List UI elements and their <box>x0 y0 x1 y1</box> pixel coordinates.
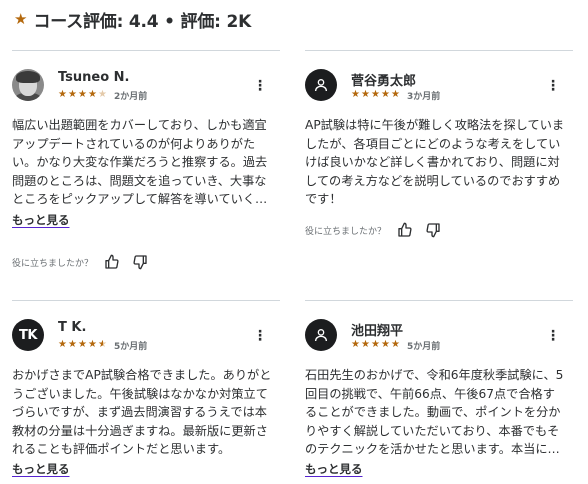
thumbs-down-icon[interactable] <box>424 221 442 239</box>
show-more-link[interactable]: もっと見る <box>305 461 363 477</box>
star-icon: ★ <box>391 339 400 350</box>
star-icon: ★ <box>371 89 380 100</box>
helpful-question: 役に立ちましたか？ <box>12 258 94 269</box>
more-options-icon[interactable]: ⋮ <box>546 78 560 94</box>
review-card-3: TK T K. ★ ★ ★ ★ ★ 5か月前 ⋮ おかげさまでAP試験合格できま… <box>12 300 280 484</box>
reviewer-name: Tsuneo N. <box>58 70 130 85</box>
star-icon: ★ <box>58 339 67 350</box>
star-rating: ★ ★ ★ ★ ★ <box>58 90 108 100</box>
course-rating-header: ★ コース評価: 4.4 • 評価: 2K <box>14 8 252 32</box>
divider <box>12 50 280 51</box>
thumbs-up-icon[interactable] <box>396 221 414 239</box>
reviewer-name: 菅谷勇太郎 <box>351 74 417 89</box>
star-half-icon: ★ <box>98 339 107 350</box>
star-icon: ★ <box>351 89 360 100</box>
star-icon: ★ <box>78 89 87 100</box>
star-icon: ★ <box>68 89 77 100</box>
thumbs-up-icon[interactable] <box>103 253 121 271</box>
star-icon: ★ <box>14 10 28 28</box>
avatar <box>12 69 44 101</box>
avatar <box>305 69 337 101</box>
review-text: AP試験は特に午後が難しく攻略法を探していましたが、各項目ごとにどのような考えを… <box>305 118 565 207</box>
review-date: 5か月前 <box>114 341 148 352</box>
star-icon: ★ <box>361 339 370 350</box>
helpful-question: 役に立ちましたか？ <box>305 226 387 237</box>
review-text: 石田先生のおかげで、令和6年度秋季試験に、5回目の挑戦で、午前66点、午後67点… <box>305 368 564 457</box>
person-icon <box>315 329 327 342</box>
helpful-row: 役に立ちましたか？ <box>305 221 452 239</box>
person-icon <box>315 79 327 92</box>
avatar: TK <box>12 319 44 351</box>
more-options-icon[interactable]: ⋮ <box>253 78 267 94</box>
divider <box>305 50 573 51</box>
star-icon: ★ <box>68 339 77 350</box>
divider <box>12 300 280 301</box>
review-date: 2か月前 <box>114 91 148 102</box>
avatar <box>305 319 337 351</box>
star-icon: ★ <box>371 339 380 350</box>
star-icon: ★ <box>381 89 390 100</box>
thumbs-down-icon[interactable] <box>131 253 149 271</box>
course-rating-title: コース評価: 4.4 • 評価: 2K <box>33 11 252 32</box>
star-icon: ★ <box>391 89 400 100</box>
review-date: 3か月前 <box>407 91 441 102</box>
review-text: 幅広い出題範囲をカバーしており、しかも適宜アップデートされているのが何よりありが… <box>12 118 268 207</box>
reviewer-name: T K. <box>58 320 87 335</box>
helpful-row: 役に立ちましたか？ <box>12 253 159 271</box>
star-icon: ★ <box>361 89 370 100</box>
review-card-2: 菅谷勇太郎 ★ ★ ★ ★ ★ 3か月前 ⋮ AP試験は特に午後が難しく攻略法を… <box>305 50 573 275</box>
review-card-4: 池田翔平 ★ ★ ★ ★ ★ 5か月前 ⋮ 石田先生のおかげで、令和6年度秋季試… <box>305 300 573 484</box>
review-card-1: Tsuneo N. ★ ★ ★ ★ ★ 2か月前 ⋮ 幅広い出題範囲をカバーして… <box>12 50 280 275</box>
star-rating: ★ ★ ★ ★ ★ <box>58 340 108 350</box>
star-icon: ★ <box>78 339 87 350</box>
review-date: 5か月前 <box>407 341 441 352</box>
reviewer-name: 池田翔平 <box>351 324 404 339</box>
show-more-link[interactable]: もっと見る <box>12 461 70 477</box>
star-icon: ★ <box>88 89 97 100</box>
more-options-icon[interactable]: ⋮ <box>253 328 267 344</box>
star-rating: ★ ★ ★ ★ ★ <box>351 340 401 350</box>
star-icon: ★ <box>88 339 97 350</box>
more-options-icon[interactable]: ⋮ <box>546 328 560 344</box>
star-icon: ★ <box>58 89 67 100</box>
star-icon: ★ <box>351 339 360 350</box>
divider <box>305 300 573 301</box>
review-text: おかげさまでAP試験合格できました。ありがとうございました。午後試験はなかなか対… <box>12 368 272 457</box>
show-more-link[interactable]: もっと見る <box>12 212 70 228</box>
star-rating: ★ ★ ★ ★ ★ <box>351 90 401 100</box>
star-empty-icon: ★ <box>98 89 107 100</box>
star-icon: ★ <box>381 339 390 350</box>
